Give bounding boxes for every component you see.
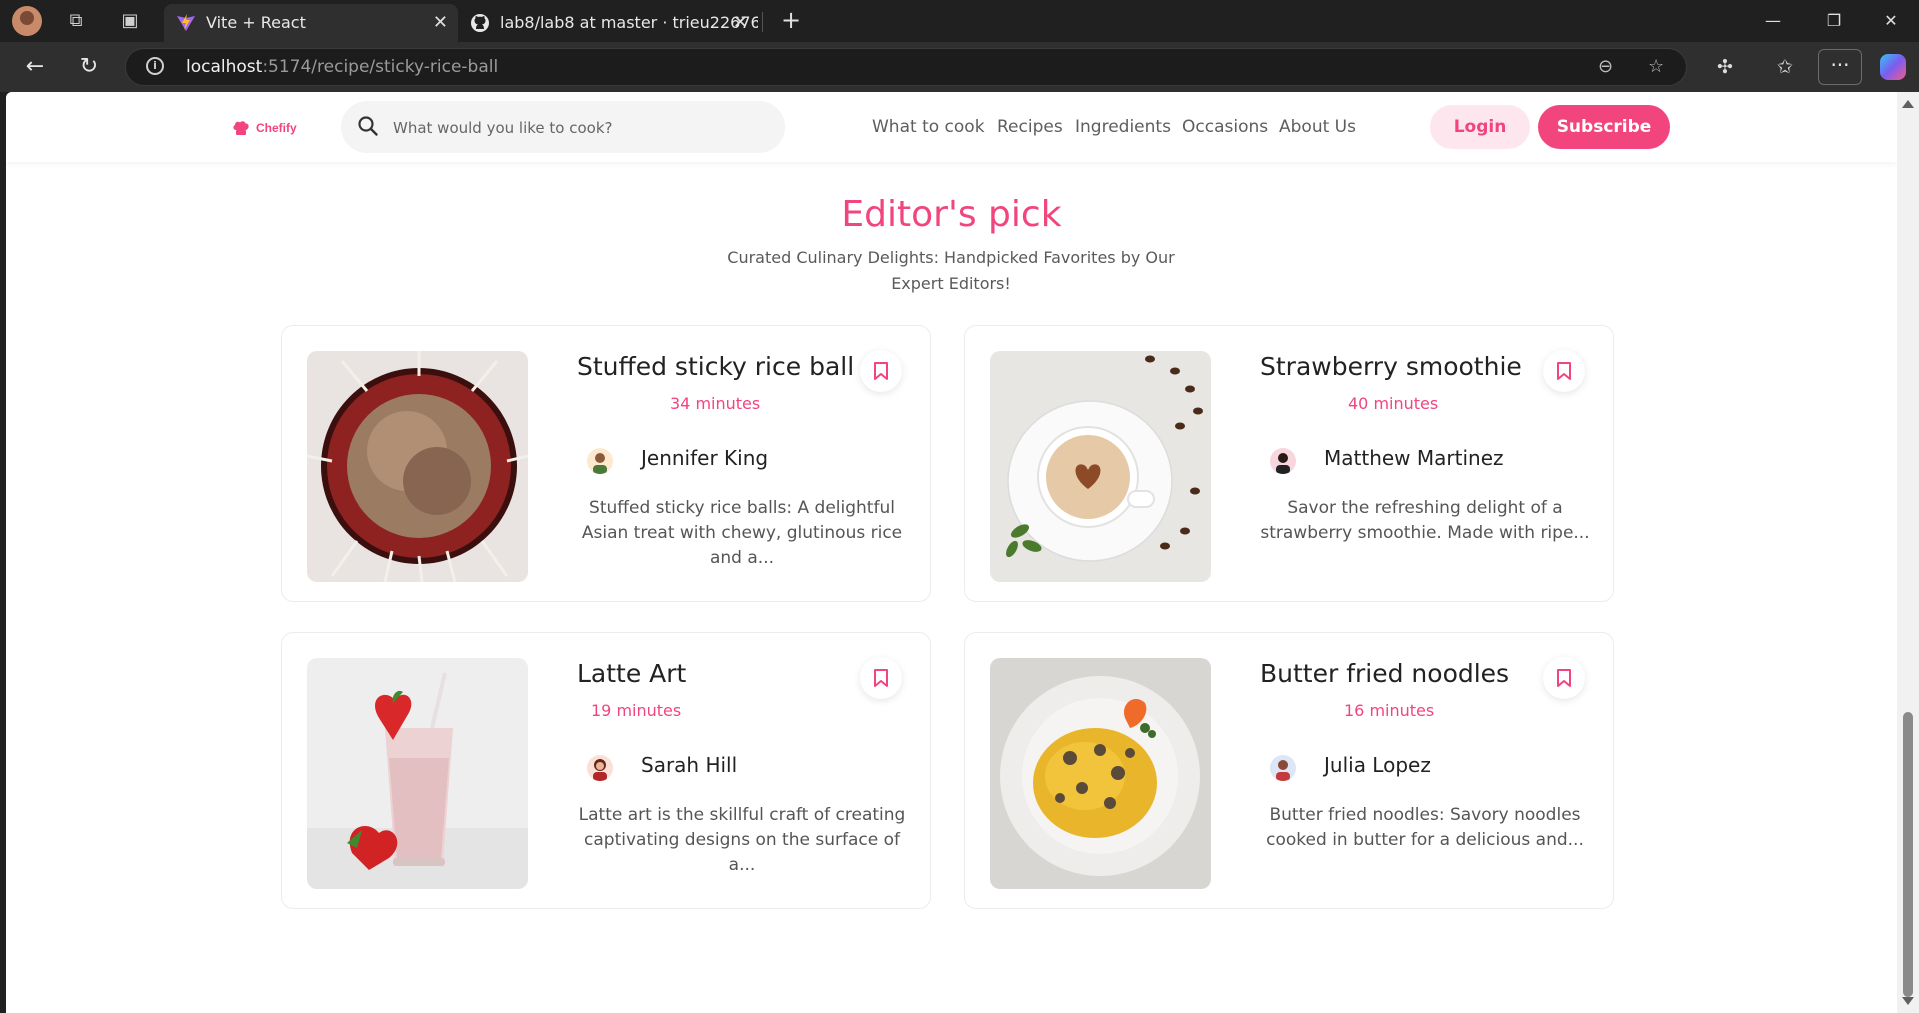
browser-tabbar: ⧉ ▣ Vite + React ✕ lab8/lab8 at master ·… bbox=[0, 0, 1919, 42]
nav-about-us[interactable]: About Us bbox=[1279, 92, 1356, 162]
recipe-title[interactable]: Butter fried noodles bbox=[1260, 659, 1509, 688]
section-subtitle: Curated Culinary Delights: Handpicked Fa… bbox=[727, 248, 1175, 293]
tab-divider bbox=[762, 12, 763, 32]
site-header: Chefify What to cook Recipes Ingredients… bbox=[6, 92, 1897, 162]
recipe-search[interactable] bbox=[341, 101, 785, 155]
bookmark-button[interactable] bbox=[860, 350, 902, 392]
url-field[interactable]: i localhost:5174/recipe/sticky-rice-ball… bbox=[125, 48, 1687, 86]
nav-occasions[interactable]: Occasions bbox=[1182, 92, 1268, 162]
recipe-card[interactable]: Stuffed sticky rice ball 34 minutes Jenn… bbox=[281, 325, 931, 602]
recipe-description: Butter fried noodles: Savory noodles coo… bbox=[1266, 805, 1584, 850]
back-button[interactable]: ← bbox=[18, 50, 52, 84]
bookmark-button[interactable] bbox=[860, 657, 902, 699]
bookmark-button[interactable] bbox=[1543, 657, 1585, 699]
author-name: Matthew Martinez bbox=[1324, 446, 1504, 470]
recipe-time: 40 minutes bbox=[1348, 394, 1439, 413]
search-input[interactable] bbox=[391, 101, 765, 155]
url-text: localhost:5174/recipe/sticky-rice-ball bbox=[186, 57, 499, 77]
logo[interactable]: Chefify bbox=[232, 116, 297, 140]
profile-avatar[interactable] bbox=[12, 6, 42, 36]
recipe-description: Stuffed sticky rice balls: A delightful … bbox=[581, 498, 903, 568]
author-avatar bbox=[587, 448, 613, 474]
author-avatar bbox=[1270, 448, 1296, 474]
author-name: Jennifer King bbox=[641, 446, 769, 470]
favorites-icon[interactable]: ✩ bbox=[1768, 50, 1802, 84]
author-name: Julia Lopez bbox=[1324, 753, 1431, 777]
chef-hat-icon bbox=[232, 120, 250, 136]
recipe-card[interactable]: Strawberry smoothie 40 minutes Matthew M… bbox=[964, 325, 1614, 602]
logo-text: Chefify bbox=[256, 121, 297, 135]
address-bar: ← ↻ i localhost:5174/recipe/sticky-rice-… bbox=[0, 42, 1919, 92]
zoom-icon[interactable]: ⊖ bbox=[1598, 49, 1613, 85]
search-icon bbox=[358, 116, 378, 136]
tab-actions-icon[interactable]: ▣ bbox=[110, 0, 150, 42]
nav-recipes[interactable]: Recipes bbox=[997, 92, 1063, 162]
recipe-image[interactable] bbox=[307, 351, 528, 582]
workspaces-icon[interactable]: ⧉ bbox=[56, 0, 96, 42]
nav-ingredients[interactable]: Ingredients bbox=[1075, 92, 1171, 162]
bookmark-icon bbox=[1557, 362, 1571, 380]
close-tab-icon[interactable]: ✕ bbox=[433, 4, 448, 42]
recipe-title[interactable]: Latte Art bbox=[577, 659, 686, 688]
restore-button[interactable]: ❐ bbox=[1806, 0, 1862, 42]
favorite-star-icon[interactable]: ☆ bbox=[1648, 49, 1664, 85]
recipe-title[interactable]: Strawberry smoothie bbox=[1260, 352, 1522, 381]
scroll-thumb[interactable] bbox=[1903, 712, 1913, 997]
recipe-time: 16 minutes bbox=[1344, 701, 1435, 720]
minimize-button[interactable]: — bbox=[1745, 0, 1801, 42]
recipe-card[interactable]: Latte Art 19 minutes Sarah Hill Latte ar… bbox=[281, 632, 931, 909]
recipe-description: Latte art is the skillful craft of creat… bbox=[578, 805, 906, 875]
recipe-image[interactable] bbox=[990, 351, 1211, 582]
subscribe-button[interactable]: Subscribe bbox=[1538, 105, 1670, 149]
author-name: Sarah Hill bbox=[641, 753, 738, 777]
recipe-time: 34 minutes bbox=[670, 394, 761, 413]
author-avatar bbox=[1270, 755, 1296, 781]
login-button[interactable]: Login bbox=[1430, 105, 1530, 149]
section-title: Editor's pick bbox=[841, 194, 1062, 235]
new-tab-button[interactable]: + bbox=[776, 0, 806, 42]
tab-vite-react[interactable]: Vite + React ✕ bbox=[164, 4, 458, 42]
recipe-image[interactable] bbox=[307, 658, 528, 889]
close-window-button[interactable]: ✕ bbox=[1863, 0, 1919, 42]
recipe-title[interactable]: Stuffed sticky rice ball bbox=[577, 352, 854, 381]
tab-github[interactable]: lab8/lab8 at master · trieu226761 ✕ bbox=[458, 4, 758, 42]
scroll-up-arrow[interactable] bbox=[1902, 100, 1914, 108]
recipe-card[interactable]: Butter fried noodles 16 minutes Julia Lo… bbox=[964, 632, 1614, 909]
bookmark-icon bbox=[874, 362, 888, 380]
recipe-description: Savor the refreshing delight of a strawb… bbox=[1260, 498, 1590, 543]
vite-icon bbox=[177, 14, 195, 31]
reload-button[interactable]: ↻ bbox=[72, 50, 106, 84]
tab-title: lab8/lab8 at master · trieu226761 bbox=[500, 13, 758, 32]
tab-title: Vite + React bbox=[206, 13, 306, 32]
nav-what-to-cook[interactable]: What to cook bbox=[872, 92, 985, 162]
copilot-icon[interactable] bbox=[1880, 54, 1906, 80]
scroll-down-arrow[interactable] bbox=[1902, 997, 1914, 1005]
recipe-image[interactable] bbox=[990, 658, 1211, 889]
site-info-icon[interactable]: i bbox=[146, 57, 164, 75]
bookmark-button[interactable] bbox=[1543, 350, 1585, 392]
more-options-button[interactable]: ··· bbox=[1818, 49, 1862, 85]
bookmark-icon bbox=[874, 669, 888, 687]
page-viewport: Chefify What to cook Recipes Ingredients… bbox=[6, 92, 1897, 1013]
close-tab-icon[interactable]: ✕ bbox=[733, 4, 748, 42]
extensions-icon[interactable]: ✣ bbox=[1708, 50, 1742, 84]
page-scrollbar[interactable] bbox=[1897, 92, 1919, 1013]
bookmark-icon bbox=[1557, 669, 1571, 687]
recipe-time: 19 minutes bbox=[591, 701, 682, 720]
github-icon bbox=[471, 14, 489, 32]
author-avatar bbox=[587, 755, 613, 781]
